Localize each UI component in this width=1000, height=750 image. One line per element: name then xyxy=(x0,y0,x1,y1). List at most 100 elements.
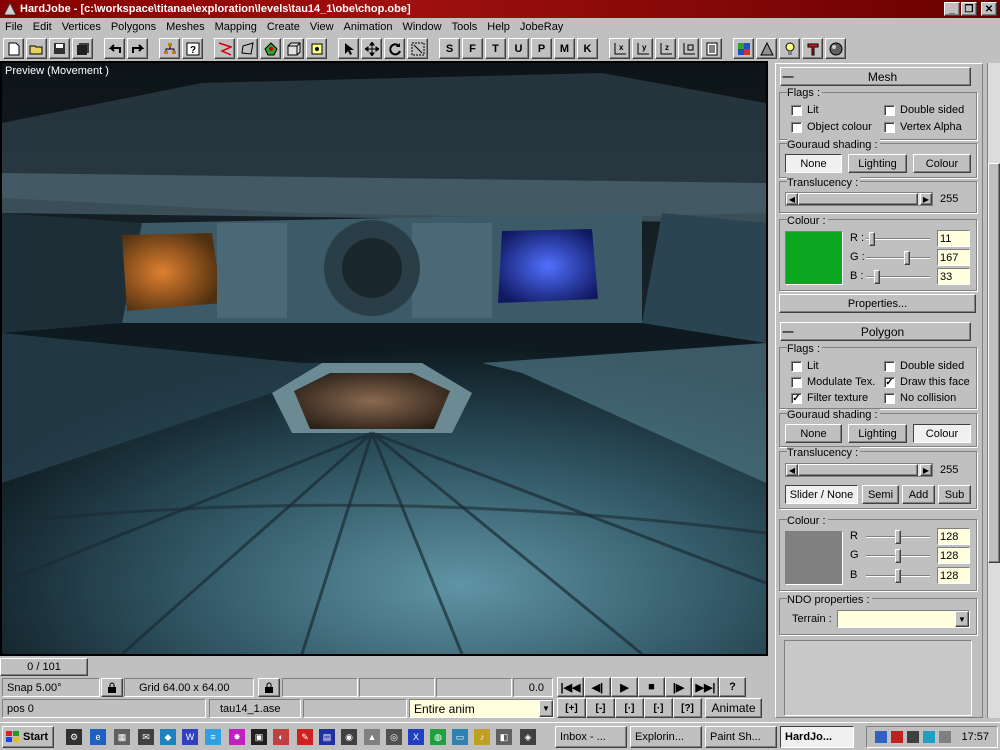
polygon-g-input[interactable]: 128 xyxy=(937,547,970,564)
tray-icon[interactable] xyxy=(939,731,952,743)
play-help-button[interactable]: ? xyxy=(719,677,746,697)
quicklaunch-icon[interactable]: ◧ xyxy=(496,729,512,745)
checkbox[interactable] xyxy=(791,360,802,372)
checkbox[interactable] xyxy=(884,392,895,404)
slider-thumb[interactable] xyxy=(798,193,918,205)
quicklaunch-icon[interactable]: ◆ xyxy=(160,729,176,745)
quicklaunch-icon[interactable]: ≡ xyxy=(205,729,221,745)
tray-icon[interactable] xyxy=(907,731,920,743)
quicklaunch-icon[interactable]: e xyxy=(90,729,106,745)
fast-forward-button[interactable]: ▶▶| xyxy=(692,677,719,697)
mesh-gouraud-colour[interactable]: Colour xyxy=(913,154,971,173)
polygon-b-thumb[interactable] xyxy=(895,569,902,583)
tray-icon[interactable] xyxy=(923,731,936,743)
grid-lock-icon[interactable] xyxy=(258,678,280,697)
quicklaunch-icon[interactable]: ◉ xyxy=(341,729,357,745)
polygon-b-input[interactable]: 128 xyxy=(937,567,970,584)
open-folder-icon[interactable] xyxy=(26,38,47,59)
mesh-r-track[interactable] xyxy=(866,238,930,240)
menu-create[interactable]: Create xyxy=(262,21,305,33)
pointer-icon[interactable] xyxy=(338,38,359,59)
menu-polygons[interactable]: Polygons xyxy=(106,21,161,33)
polygon-translucency-slider[interactable]: ◀ ▶ xyxy=(785,463,933,477)
cone-icon[interactable] xyxy=(756,38,777,59)
mesh-g-input[interactable]: 167 xyxy=(937,249,970,266)
document-icon[interactable] xyxy=(701,38,722,59)
quicklaunch-icon[interactable]: ⚙ xyxy=(66,729,82,745)
polygon-gouraud-colour[interactable]: Colour xyxy=(913,424,971,443)
scroll-left-icon[interactable]: ◀ xyxy=(786,464,798,476)
polygon-flag-modulate-tex[interactable]: Modulate Tex. xyxy=(791,376,875,388)
quicklaunch-icon[interactable]: ◎ xyxy=(386,729,402,745)
animate-button[interactable]: Animate xyxy=(705,698,762,718)
checkbox[interactable] xyxy=(884,104,895,116)
quicklaunch-icon[interactable]: W xyxy=(182,729,198,745)
scale-icon[interactable] xyxy=(407,38,428,59)
mesh-flag-lit[interactable]: Lit xyxy=(791,104,819,116)
hierarchy-icon[interactable] xyxy=(159,38,180,59)
quicklaunch-icon[interactable]: ✸ xyxy=(229,729,245,745)
polygon-section-header[interactable]: — Polygon xyxy=(780,322,971,341)
save-all-icon[interactable] xyxy=(72,38,93,59)
mesh-colour-swatch[interactable] xyxy=(785,231,843,285)
polygon-colour-swatch[interactable] xyxy=(785,531,843,585)
polygon-flag-filter-texture[interactable]: ✓ Filter texture xyxy=(791,392,868,404)
new-file-icon[interactable] xyxy=(3,38,24,59)
move-icon[interactable] xyxy=(361,38,382,59)
light-bulb-icon[interactable] xyxy=(779,38,800,59)
checkbox-checked[interactable]: ✓ xyxy=(884,376,895,388)
mesh-g-thumb[interactable] xyxy=(903,251,910,265)
menu-edit[interactable]: Edit xyxy=(28,21,57,33)
snap-s-button[interactable]: S xyxy=(439,38,460,59)
snap-m-button[interactable]: M xyxy=(554,38,575,59)
select-object-icon[interactable] xyxy=(283,38,304,59)
panel-scrollbar[interactable] xyxy=(987,63,1000,718)
mesh-section-header[interactable]: — Mesh xyxy=(780,67,971,86)
mesh-b-input[interactable]: 33 xyxy=(937,268,970,285)
axis-lock-icon[interactable] xyxy=(678,38,699,59)
quicklaunch-icon[interactable]: ♪ xyxy=(474,729,490,745)
polygon-gouraud-none[interactable]: None xyxy=(785,424,842,443)
axis-y-icon[interactable]: y xyxy=(632,38,653,59)
quicklaunch-icon[interactable]: ✉ xyxy=(138,729,154,745)
quicklaunch-icon[interactable]: X xyxy=(408,729,424,745)
mesh-r-input[interactable]: 11 xyxy=(937,230,970,247)
menu-file[interactable]: File xyxy=(0,21,28,33)
select-polygon-icon[interactable] xyxy=(237,38,258,59)
scroll-left-icon[interactable]: ◀ xyxy=(786,193,798,205)
checkbox[interactable] xyxy=(791,104,802,116)
snap-lock-icon[interactable] xyxy=(101,678,123,697)
mesh-gouraud-lighting[interactable]: Lighting xyxy=(848,154,907,173)
task-inbox[interactable]: Inbox - ... xyxy=(555,726,627,748)
mesh-g-track[interactable] xyxy=(866,257,930,259)
polygon-g-thumb[interactable] xyxy=(895,549,902,563)
anim-range-select[interactable]: Entire anim ▼ xyxy=(409,699,554,718)
quicklaunch-icon[interactable]: ▣ xyxy=(251,729,267,745)
menu-tools[interactable]: Tools xyxy=(447,21,483,33)
menu-animation[interactable]: Animation xyxy=(339,21,398,33)
start-button[interactable]: Start xyxy=(2,726,54,748)
restore-button[interactable]: ❐ xyxy=(961,2,977,16)
add-key-button[interactable]: [+] xyxy=(557,698,586,718)
sphere-icon[interactable] xyxy=(825,38,846,59)
menu-help[interactable]: Help xyxy=(482,21,515,33)
key-help-button[interactable]: [?] xyxy=(673,698,702,718)
quicklaunch-icon[interactable]: ◐ xyxy=(273,729,289,745)
select-group-icon[interactable] xyxy=(306,38,327,59)
snap-p-button[interactable]: P xyxy=(531,38,552,59)
quicklaunch-icon[interactable]: ▦ xyxy=(114,729,130,745)
checkbox[interactable] xyxy=(791,376,802,388)
checkbox[interactable] xyxy=(791,121,802,133)
quicklaunch-icon[interactable]: ✎ xyxy=(297,729,313,745)
quicklaunch-icon[interactable]: ▤ xyxy=(319,729,335,745)
blend-slider-none[interactable]: Slider / None xyxy=(785,485,858,504)
mesh-translucency-slider[interactable]: ◀ ▶ xyxy=(785,192,933,206)
snap-u-button[interactable]: U xyxy=(508,38,529,59)
collapse-icon[interactable]: — xyxy=(781,71,795,83)
tray-icon[interactable] xyxy=(891,731,904,743)
polygon-flag-double-sided[interactable]: Double sided xyxy=(884,360,964,372)
mesh-b-thumb[interactable] xyxy=(873,270,880,284)
menu-joberay[interactable]: JobeRay xyxy=(515,21,568,33)
step-forward-button[interactable]: |▶ xyxy=(665,677,692,697)
polygon-flag-lit[interactable]: Lit xyxy=(791,360,819,372)
